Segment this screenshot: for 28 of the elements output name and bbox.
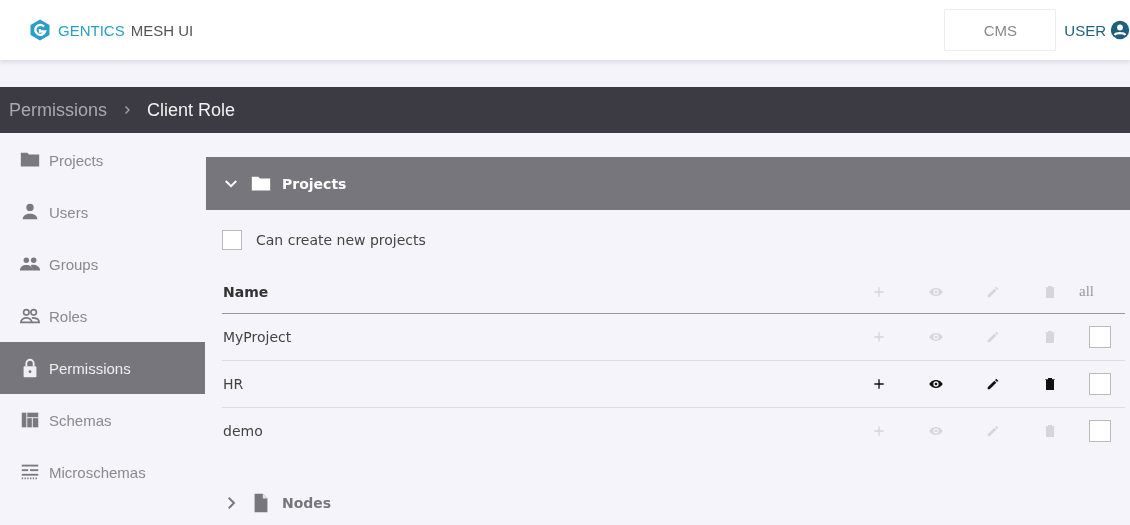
checkbox[interactable] — [1089, 326, 1111, 348]
section-title: Projects — [282, 175, 347, 192]
sidebar-item[interactable]: Groups — [0, 238, 205, 290]
checkbox[interactable] — [1089, 373, 1111, 395]
section-header[interactable]: Nodes — [206, 480, 1130, 525]
table-cell: MyProject — [222, 313, 850, 361]
checkbox[interactable] — [1089, 420, 1111, 442]
breadcrumb-link[interactable]: Permissions — [9, 99, 108, 121]
checkbox[interactable] — [222, 230, 242, 250]
breadcrumb-current: Client Role — [147, 99, 236, 121]
column-header: all — [1078, 270, 1125, 314]
sidebar-item[interactable]: Users — [0, 186, 205, 238]
cms-button[interactable]: CMS — [944, 9, 1057, 51]
logo-icon — [28, 18, 52, 42]
table-cell: HR — [222, 360, 850, 408]
sidebar-item[interactable]: Roles — [0, 290, 205, 342]
sidebar-item[interactable]: Microschemas — [0, 446, 205, 498]
column-header: Name — [222, 270, 850, 314]
product-name: MESH UI — [130, 21, 194, 39]
user-menu[interactable]: USER — [1064, 20, 1130, 40]
table-cell: demo — [222, 407, 850, 454]
sidebar-item[interactable]: Projects — [0, 134, 205, 186]
sidebar-item[interactable]: Permissions — [0, 342, 205, 394]
section-title: Nodes — [282, 495, 332, 511]
checkbox-label: Can create new projects — [256, 232, 426, 248]
brand-name: GENTICS — [58, 21, 125, 39]
sidebar-item[interactable]: Schemas — [0, 394, 205, 446]
section-header[interactable]: Projects — [206, 157, 1130, 210]
